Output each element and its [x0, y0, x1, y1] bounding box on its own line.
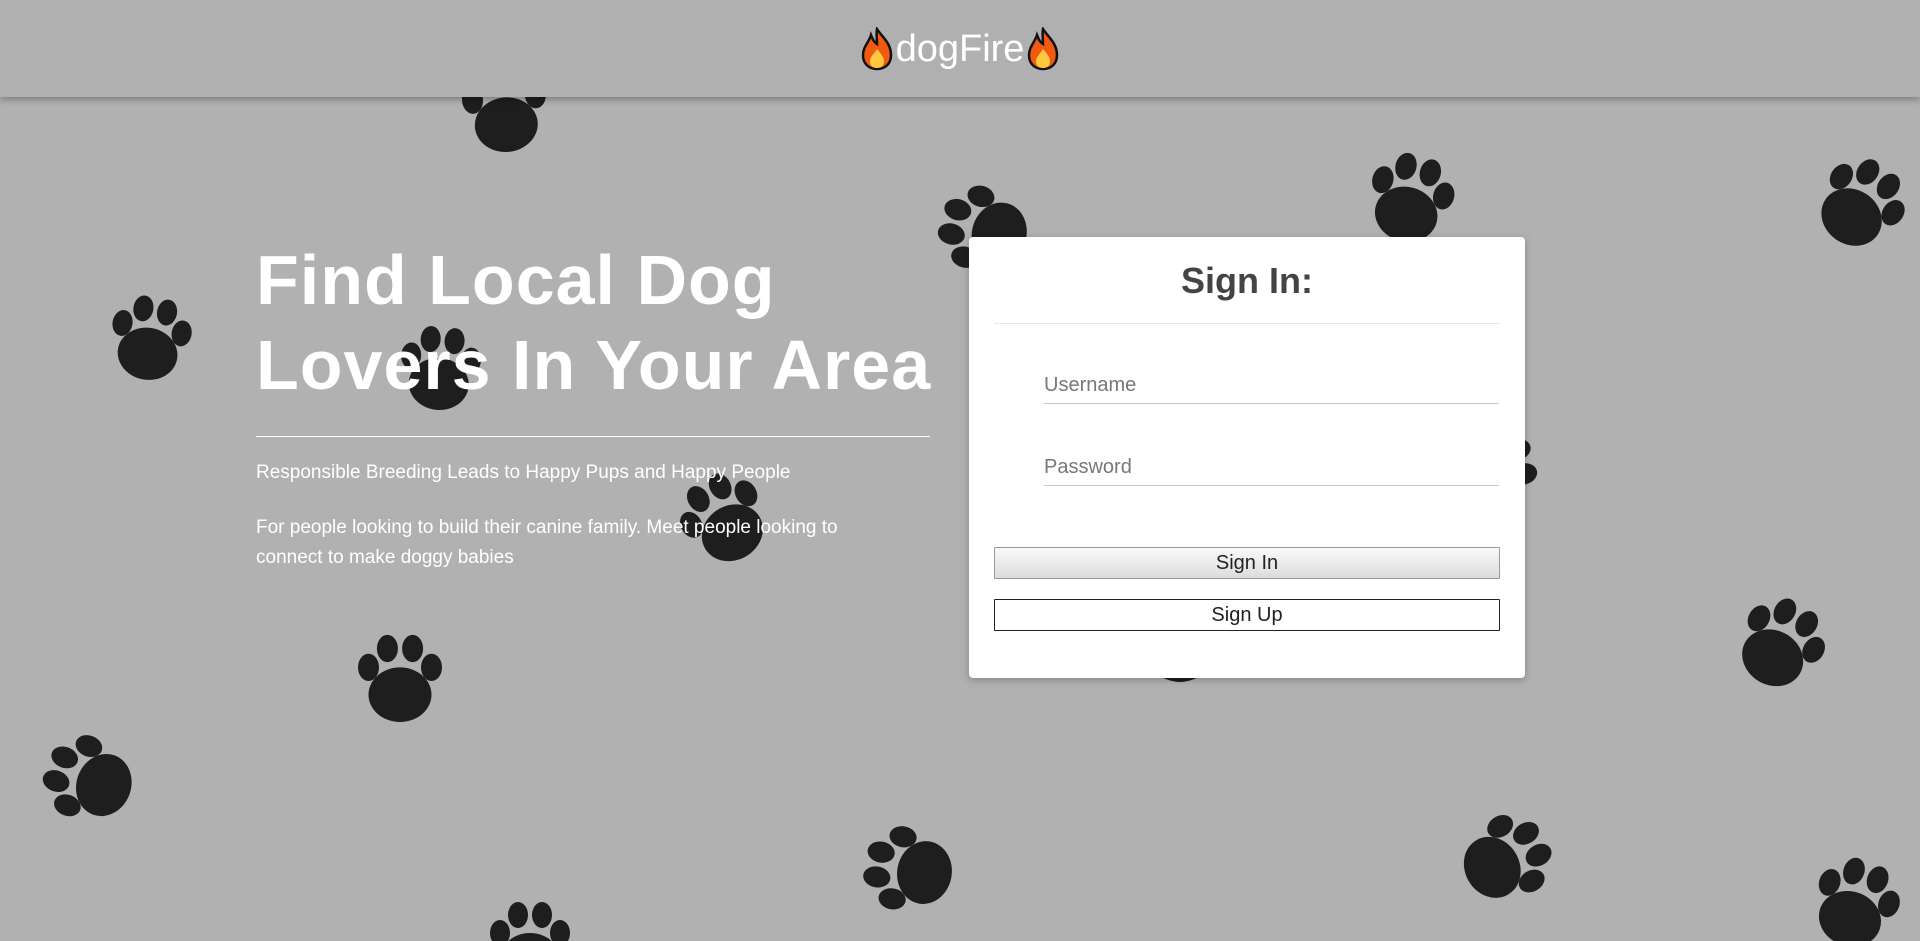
top-navbar: dogFire — [0, 0, 1920, 97]
hero-tagline: For people looking to build their canine… — [256, 517, 838, 568]
sign-in-title: Sign In: — [1181, 260, 1313, 301]
card-divider — [994, 323, 1500, 324]
fire-icon — [1028, 26, 1059, 70]
hero-section: Find Local Dog Lovers In Your Area Respo… — [256, 238, 932, 573]
brand-logo[interactable]: dogFire — [860, 26, 1061, 71]
brand-name: dogFire — [895, 27, 1025, 70]
username-input[interactable] — [1044, 367, 1499, 404]
password-input[interactable] — [1044, 449, 1499, 486]
hero-subtitle: Responsible Breeding Leads to Happy Pups… — [256, 462, 791, 483]
hero-title: Find Local Dog Lovers In Your Area — [256, 238, 932, 408]
fire-icon — [861, 26, 892, 70]
hero-title-line2: Lovers In Your Area — [256, 326, 932, 404]
sign-in-button[interactable]: Sign In — [994, 547, 1500, 579]
sign-in-card: Sign In: Sign In Sign Up — [969, 237, 1525, 678]
sign-up-button[interactable]: Sign Up — [994, 599, 1500, 631]
hero-divider — [256, 436, 930, 437]
hero-title-line1: Find Local Dog — [256, 241, 776, 319]
